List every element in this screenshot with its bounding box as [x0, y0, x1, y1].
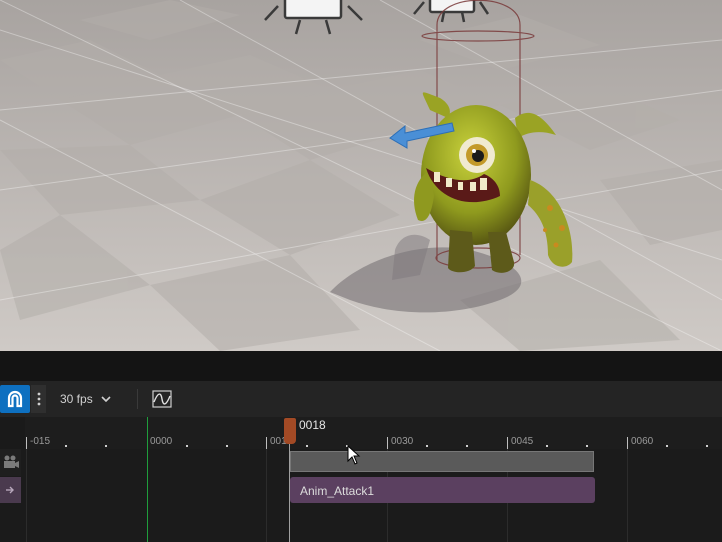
current-frame-label: 0018	[299, 418, 326, 432]
ruler-minor-tick	[466, 445, 468, 447]
frame-rate-dropdown[interactable]: 30 fps	[52, 385, 124, 413]
magnet-icon	[7, 390, 23, 408]
tick-label: 0045	[511, 436, 534, 447]
camera-track-header[interactable]	[0, 449, 21, 476]
tick-label: 0030	[391, 436, 414, 447]
level-viewport[interactable]	[0, 0, 722, 351]
chevron-down-icon	[101, 396, 111, 402]
tick-label: 0000	[150, 436, 173, 447]
mouse-cursor-icon	[347, 445, 361, 465]
tick-label: 0060	[631, 436, 654, 447]
ruler-minor-tick	[105, 445, 107, 447]
ruler-minor-tick	[306, 445, 308, 447]
ruler-minor-tick	[706, 445, 708, 447]
time-ruler[interactable]: -015 0000 0015 0030 0045 0060	[0, 417, 722, 449]
curve-editor-button[interactable]	[148, 385, 176, 413]
curve-editor-icon	[152, 390, 172, 408]
ruler-major-tick	[26, 437, 27, 449]
arrow-right-icon	[6, 486, 14, 494]
frame-rate-label: 30 fps	[60, 392, 93, 406]
snap-toggle-button[interactable]	[0, 385, 30, 413]
ruler-minor-tick	[666, 445, 668, 447]
ruler-minor-tick	[226, 445, 228, 447]
snap-options-button[interactable]	[31, 385, 46, 413]
animation-clip-label: Anim_Attack1	[300, 484, 375, 498]
camera-icon	[4, 455, 19, 468]
animation-clip[interactable]: Anim_Attack1	[290, 477, 595, 503]
animation-track-header[interactable]	[0, 477, 21, 503]
time-gridline	[266, 449, 267, 542]
ruler-gutter	[0, 417, 25, 449]
panel-divider	[0, 351, 722, 381]
ruler-minor-tick	[586, 445, 588, 447]
ruler-minor-tick	[186, 445, 188, 447]
tick-label: -015	[30, 436, 51, 447]
playhead-handle[interactable]	[284, 418, 296, 444]
camera-cut-section[interactable]	[290, 451, 594, 472]
toolbar-separator	[137, 389, 138, 409]
time-gridline	[26, 449, 27, 542]
ruler-major-tick	[627, 437, 628, 449]
ruler-major-tick	[387, 437, 388, 449]
ruler-minor-tick	[65, 445, 67, 447]
ruler-minor-tick	[546, 445, 548, 447]
ruler-major-tick	[266, 437, 267, 449]
scene-render	[0, 0, 722, 351]
more-vertical-icon	[37, 392, 40, 406]
ruler-minor-tick	[426, 445, 428, 447]
time-gridline	[627, 449, 628, 542]
sequencer-toolbar: 30 fps	[0, 381, 722, 417]
playback-start-marker[interactable]	[147, 417, 148, 542]
ruler-major-tick	[507, 437, 508, 449]
playhead-line	[289, 444, 290, 542]
